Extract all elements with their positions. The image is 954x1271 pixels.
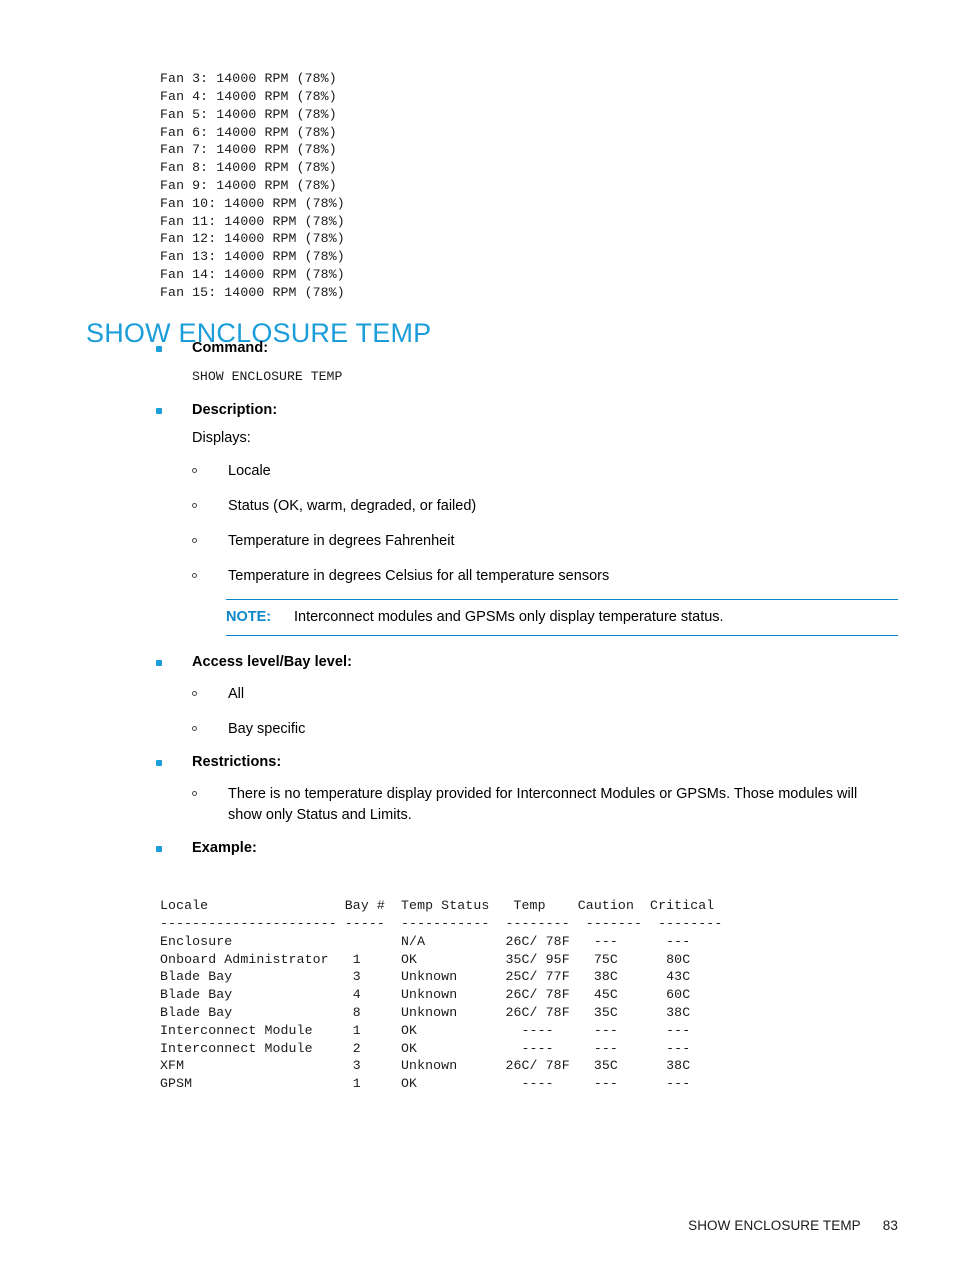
list-item-label: Locale — [228, 463, 271, 479]
description-section: Description: — [0, 400, 954, 422]
command-reference-body: Command: SHOW ENCLOSURE TEMP Description… — [0, 338, 954, 860]
restrictions-label: Restrictions: — [192, 754, 282, 770]
footer-page-number: 83 — [882, 1218, 898, 1233]
note-text: Interconnect modules and GPSMs only disp… — [294, 609, 724, 625]
list-item: All — [0, 684, 954, 705]
list-item-label: Status (OK, warm, degraded, or failed) — [228, 498, 477, 514]
hollow-bullet-icon — [192, 503, 197, 508]
list-item: There is no temperature display provided… — [0, 784, 954, 826]
command-label: Command: — [192, 340, 269, 356]
bullet-icon — [156, 660, 162, 666]
list-item: Bay specific — [0, 719, 954, 740]
fan-status-output: Fan 3: 14000 RPM (78%) Fan 4: 14000 RPM … — [160, 71, 345, 300]
restrictions-section: Restrictions: — [0, 752, 954, 774]
list-item-label: Temperature in degrees Fahrenheit — [228, 533, 455, 549]
list-item-label: Temperature in degrees Celsius for all t… — [228, 568, 610, 584]
access-level-label: Access level/Bay level: — [192, 654, 352, 670]
access-level-section: Access level/Bay level: — [0, 652, 954, 674]
list-item: Locale — [0, 461, 954, 482]
command-syntax: SHOW ENCLOSURE TEMP — [192, 369, 343, 384]
bullet-icon — [156, 760, 162, 766]
list-item: Status (OK, warm, degraded, or failed) — [0, 496, 954, 517]
hollow-bullet-icon — [192, 538, 197, 543]
hollow-bullet-icon — [192, 573, 197, 578]
list-item-label: There is no temperature display provided… — [228, 786, 858, 823]
hollow-bullet-icon — [192, 791, 197, 796]
hollow-bullet-icon — [192, 726, 197, 731]
bullet-icon — [156, 346, 162, 352]
document-page: Fan 3: 14000 RPM (78%) Fan 4: 14000 RPM … — [0, 0, 954, 1271]
list-item: Temperature in degrees Fahrenheit — [0, 531, 954, 552]
list-item-label: Bay specific — [228, 721, 306, 737]
list-item: Temperature in degrees Celsius for all t… — [0, 566, 954, 587]
note-label: NOTE: — [226, 609, 272, 625]
command-section: Command: — [0, 338, 954, 360]
bullet-icon — [156, 846, 162, 852]
hollow-bullet-icon — [192, 691, 197, 696]
example-section: Example: — [0, 838, 954, 860]
example-output-table: Locale Bay # Temp Status Temp Caution Cr… — [160, 898, 723, 1092]
page-footer: SHOW ENCLOSURE TEMP 83 — [688, 1217, 898, 1235]
description-intro: Displays: — [192, 430, 251, 446]
list-item-label: All — [228, 686, 245, 702]
note-callout: NOTE: Interconnect modules and GPSMs onl… — [226, 599, 898, 636]
footer-title: SHOW ENCLOSURE TEMP — [688, 1218, 861, 1233]
bullet-icon — [156, 408, 162, 414]
description-label: Description: — [192, 402, 278, 418]
example-label: Example: — [192, 840, 257, 856]
hollow-bullet-icon — [192, 468, 197, 473]
